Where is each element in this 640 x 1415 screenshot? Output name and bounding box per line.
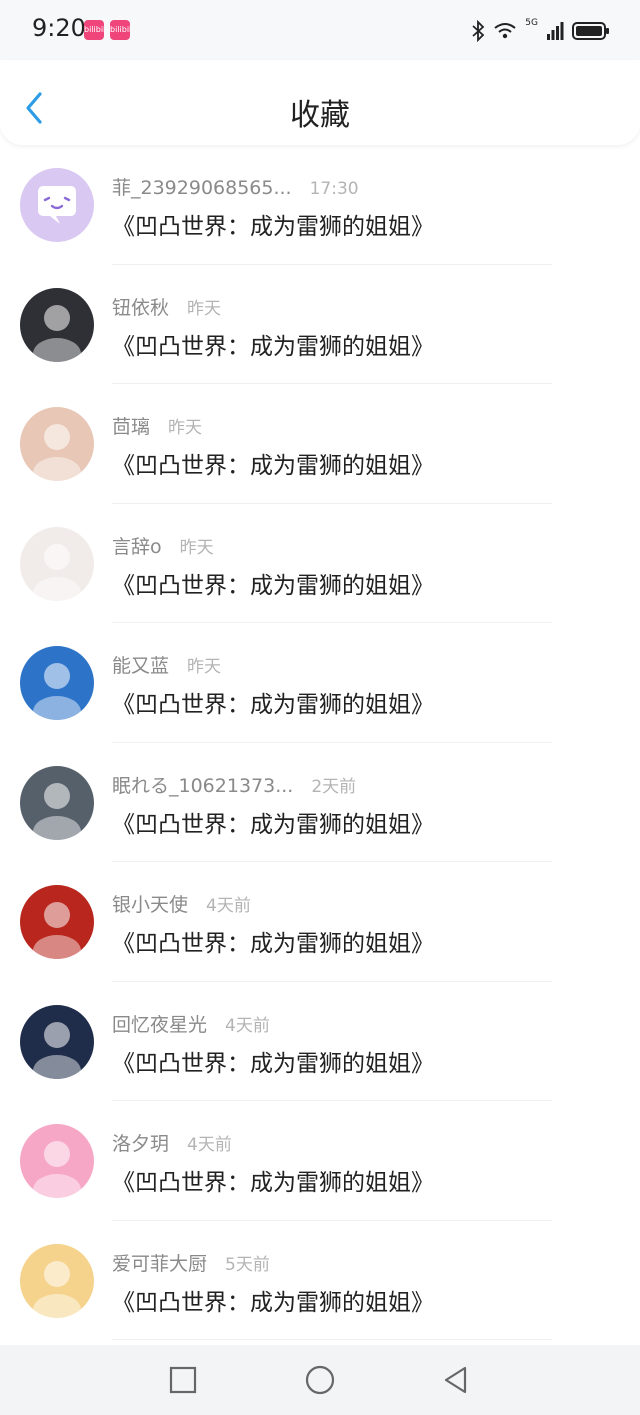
- bilibili-badge-icon: bilibili: [110, 20, 130, 40]
- user-avatar-image: [20, 1243, 94, 1318]
- avatar[interactable]: [20, 168, 94, 242]
- timestamp: 4天前: [187, 1135, 232, 1155]
- timestamp: 昨天: [187, 298, 222, 319]
- avatar[interactable]: [20, 287, 94, 362]
- list-item[interactable]: 爱可菲大厨 5天前《凹凸世界：成为雷狮的姐姐》: [0, 1221, 640, 1340]
- user-name: 回忆夜星光: [112, 1013, 208, 1036]
- list-item[interactable]: 菲_23929068565... 17:30 《凹凸世界：成为雷狮的姐姐》: [0, 145, 640, 265]
- divider: [112, 1339, 552, 1340]
- avatar[interactable]: [20, 1124, 94, 1198]
- triangle-back-icon[interactable]: [439, 1363, 473, 1397]
- avatar[interactable]: [20, 526, 94, 601]
- page-title: 收藏: [290, 98, 350, 133]
- network-label: 5G: [525, 18, 538, 28]
- user-name: 菲_23929068565...: [112, 177, 292, 199]
- user-name: 茴璃: [112, 416, 151, 438]
- user-avatar-image: [20, 1124, 94, 1198]
- user-avatar-image: [20, 407, 94, 481]
- item-meta: 菲_23929068565... 17:30: [112, 173, 359, 200]
- timestamp: 2天前: [311, 776, 357, 797]
- header: 收藏: [0, 60, 640, 145]
- bilibili-badge-icon: bilibili: [84, 20, 104, 40]
- timestamp: 昨天: [168, 418, 203, 438]
- book-title[interactable]: 《凹凸世界：成为雷狮的姐姐》: [112, 805, 434, 839]
- item-meta: 言辞o 昨天: [112, 532, 214, 559]
- list-item[interactable]: 银小天使 4天前《凹凸世界：成为雷狮的姐姐》: [0, 862, 640, 982]
- book-title[interactable]: 《凹凸世界：成为雷狮的姐姐》: [112, 446, 434, 480]
- timestamp: 5天前: [225, 1254, 270, 1275]
- item-meta: 眠れる_10621373... 2天前: [112, 771, 356, 798]
- signal-icon: [547, 22, 564, 40]
- timestamp: 4天前: [225, 1015, 270, 1036]
- user-avatar-image: [20, 885, 94, 959]
- timestamp: 4天前: [206, 896, 251, 916]
- book-title[interactable]: 《凹凸世界：成为雷狮的姐姐》: [112, 924, 434, 958]
- book-title[interactable]: 《凹凸世界：成为雷狮的姐姐》: [112, 566, 434, 600]
- item-meta: 钮依秋 昨天: [112, 293, 221, 320]
- list-item[interactable]: 钮依秋 昨天《凹凸世界：成为雷狮的姐姐》: [0, 265, 640, 384]
- user-name: 银小天使: [112, 894, 189, 916]
- item-meta: 爱可菲大厨 5天前: [112, 1249, 270, 1276]
- chat-bubble-icon: [20, 168, 94, 242]
- list-item[interactable]: 洛夕玥 4天前《凹凸世界：成为雷狮的姐姐》: [0, 1101, 640, 1221]
- avatar[interactable]: [20, 885, 94, 959]
- user-name: 爱可菲大厨: [112, 1252, 208, 1275]
- book-title[interactable]: 《凹凸世界：成为雷狮的姐姐》: [112, 1163, 434, 1197]
- avatar[interactable]: [20, 1243, 94, 1318]
- item-meta: 银小天使 4天前: [112, 890, 251, 917]
- list-item[interactable]: 能又蓝 昨天《凹凸世界：成为雷狮的姐姐》: [0, 623, 640, 743]
- item-meta: 洛夕玥 4天前: [112, 1129, 232, 1156]
- avatar[interactable]: [20, 646, 94, 720]
- user-avatar-image: [20, 1004, 94, 1079]
- list-item[interactable]: 茴璃 昨天《凹凸世界：成为雷狮的姐姐》: [0, 384, 640, 504]
- battery-icon: [572, 22, 609, 40]
- user-avatar-image: [20, 287, 94, 362]
- list-item[interactable]: 回忆夜星光 4天前《凹凸世界：成为雷狮的姐姐》: [0, 982, 640, 1101]
- book-title[interactable]: 《凹凸世界：成为雷狮的姐姐》: [112, 1044, 434, 1078]
- timestamp: 昨天: [187, 657, 222, 677]
- bluetooth-icon: [472, 20, 485, 42]
- avatar[interactable]: [20, 407, 94, 481]
- square-icon[interactable]: [166, 1363, 200, 1397]
- book-title[interactable]: 《凹凸世界：成为雷狮的姐姐》: [112, 207, 434, 241]
- status-time: 9:20: [32, 14, 86, 42]
- circle-icon[interactable]: [303, 1363, 337, 1397]
- book-title[interactable]: 《凹凸世界：成为雷狮的姐姐》: [112, 1283, 434, 1317]
- user-avatar-image: [20, 646, 94, 720]
- timestamp: 昨天: [179, 537, 214, 558]
- user-avatar-image: [20, 765, 94, 840]
- list-item[interactable]: 言辞o 昨天《凹凸世界：成为雷狮的姐姐》: [0, 504, 640, 623]
- wifi-icon: [494, 23, 516, 39]
- item-meta: 能又蓝 昨天: [112, 651, 221, 678]
- list-item[interactable]: 眠れる_10621373... 2天前《凹凸世界：成为雷狮的姐姐》: [0, 743, 640, 862]
- user-name: 钮依秋: [112, 296, 170, 319]
- avatar[interactable]: [20, 765, 94, 840]
- book-title[interactable]: 《凹凸世界：成为雷狮的姐姐》: [112, 327, 434, 361]
- book-title[interactable]: 《凹凸世界：成为雷狮的姐姐》: [112, 685, 434, 719]
- user-name: 言辞o: [112, 535, 162, 558]
- item-meta: 茴璃 昨天: [112, 412, 202, 439]
- item-meta: 回忆夜星光 4天前: [112, 1010, 270, 1037]
- status-bar: 9:20 bilibili bilibili 5G: [0, 0, 640, 60]
- favorites-list: 菲_23929068565... 17:30 《凹凸世界：成为雷狮的姐姐》 钮依秋 昨天…: [0, 145, 640, 1340]
- user-name: 洛夕玥: [112, 1133, 170, 1155]
- avatar[interactable]: [20, 1004, 94, 1079]
- user-name: 眠れる_10621373...: [112, 774, 294, 797]
- user-name: 能又蓝: [112, 655, 170, 677]
- system-nav-bar: [0, 1345, 640, 1415]
- user-avatar-image: [20, 526, 94, 601]
- status-icons: 5G: [471, 18, 610, 44]
- timestamp: 17:30: [309, 179, 359, 199]
